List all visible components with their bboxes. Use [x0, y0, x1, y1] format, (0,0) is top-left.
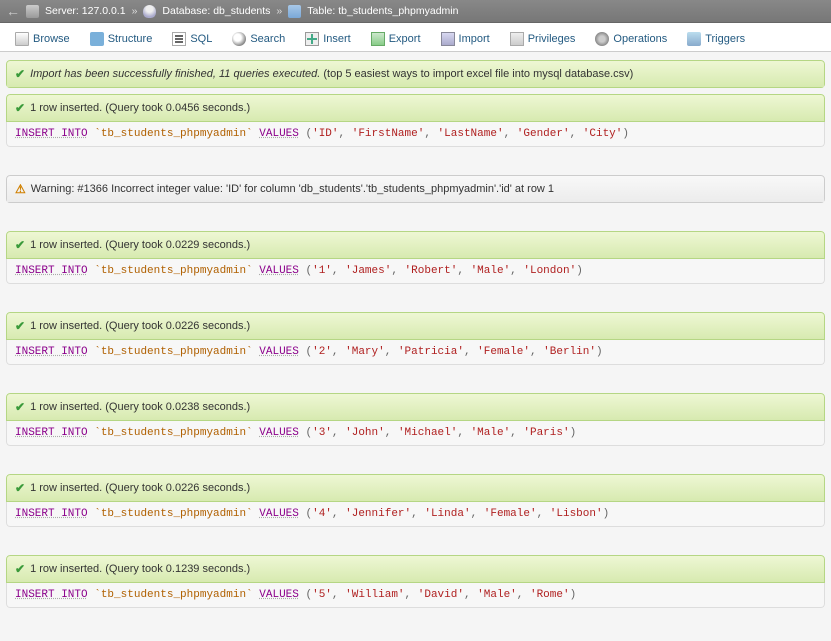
- operations-icon: [595, 32, 609, 46]
- insert-icon: [305, 32, 319, 46]
- table-icon: [288, 5, 301, 18]
- tab-label: SQL: [190, 33, 212, 45]
- tab-label: Privileges: [528, 33, 576, 45]
- warning-icon: ⚠: [15, 182, 26, 196]
- row-inserted-notice: ✔ 1 row inserted. (Query took 0.0456 seco…: [6, 94, 825, 122]
- query-block: ✔ 1 row inserted. (Query took 0.1239 seco…: [6, 555, 825, 608]
- tabs-bar: Browse Structure SQL Search Insert Export Impo…: [0, 23, 831, 52]
- notice-text: 1 row inserted. (Query took 0.0226 secon…: [30, 482, 250, 494]
- check-icon: ✔: [15, 481, 25, 495]
- tab-export[interactable]: Export: [362, 27, 430, 51]
- sql-code: INSERT INTO `tb_students_phpmyadmin` VAL…: [6, 259, 825, 284]
- db-value: db_students: [213, 5, 270, 17]
- server-icon: [26, 5, 39, 18]
- import-icon: [441, 32, 455, 46]
- notice-text: 1 row inserted. (Query took 0.0229 secon…: [30, 239, 250, 251]
- warning-block: ⚠ Warning: #1366 Incorrect integer value:…: [6, 175, 825, 203]
- tab-browse[interactable]: Browse: [6, 27, 79, 51]
- check-icon: ✔: [15, 67, 25, 81]
- notice-text: 1 row inserted. (Query took 0.1239 secon…: [30, 563, 250, 575]
- breadcrumb-database[interactable]: Database: db_students: [162, 5, 270, 17]
- privileges-icon: [510, 32, 524, 46]
- query-block: ✔ 1 row inserted. (Query took 0.0238 seco…: [6, 393, 825, 446]
- tab-triggers[interactable]: Triggers: [678, 27, 754, 51]
- warning-notice: ⚠ Warning: #1366 Incorrect integer value:…: [6, 175, 825, 203]
- import-success-text: Import has been successfully finished, 1…: [30, 68, 320, 80]
- sql-code: INSERT INTO `tb_students_phpmyadmin` VAL…: [6, 502, 825, 527]
- browse-icon: [15, 32, 29, 46]
- query-block: ✔ 1 row inserted. (Query took 0.0456 seco…: [6, 94, 825, 147]
- back-arrow-icon[interactable]: ←: [6, 3, 20, 19]
- tab-insert[interactable]: Insert: [296, 27, 360, 51]
- tab-label: Browse: [33, 33, 70, 45]
- tab-privileges[interactable]: Privileges: [501, 27, 585, 51]
- structure-icon: [90, 32, 104, 46]
- tab-label: Search: [250, 33, 285, 45]
- content-area: ✔ Import has been successfully finished,…: [0, 52, 831, 630]
- notice-text: 1 row inserted. (Query took 0.0226 secon…: [30, 320, 250, 332]
- row-inserted-notice: ✔ 1 row inserted. (Query took 0.0229 seco…: [6, 231, 825, 259]
- search-icon: [232, 32, 246, 46]
- row-inserted-notice: ✔ 1 row inserted. (Query took 0.0238 seco…: [6, 393, 825, 421]
- breadcrumb: ← Server: 127.0.0.1 » Database: db_stude…: [0, 0, 831, 23]
- sql-code: INSERT INTO `tb_students_phpmyadmin` VAL…: [6, 122, 825, 147]
- tab-search[interactable]: Search: [223, 27, 294, 51]
- row-inserted-notice: ✔ 1 row inserted. (Query took 0.0226 seco…: [6, 474, 825, 502]
- query-block: ✔ 1 row inserted. (Query took 0.0229 seco…: [6, 231, 825, 284]
- warning-text: Warning: #1366 Incorrect integer value: …: [31, 183, 554, 195]
- triggers-icon: [687, 32, 701, 46]
- db-label: Database:: [162, 5, 210, 17]
- sql-icon: [172, 32, 186, 46]
- notice-text: 1 row inserted. (Query took 0.0238 secon…: [30, 401, 250, 413]
- breadcrumb-server[interactable]: Server: 127.0.0.1: [45, 5, 126, 17]
- table-value: tb_students_phpmyadmin: [338, 5, 458, 17]
- sql-code: INSERT INTO `tb_students_phpmyadmin` VAL…: [6, 340, 825, 365]
- tab-label: Insert: [323, 33, 351, 45]
- sql-code: INSERT INTO `tb_students_phpmyadmin` VAL…: [6, 421, 825, 446]
- breadcrumb-table[interactable]: Table: tb_students_phpmyadmin: [307, 5, 458, 17]
- tab-label: Structure: [108, 33, 153, 45]
- tab-structure[interactable]: Structure: [81, 27, 162, 51]
- row-inserted-notice: ✔ 1 row inserted. (Query took 0.1239 seco…: [6, 555, 825, 583]
- import-success-notice: ✔ Import has been successfully finished,…: [6, 60, 825, 88]
- tab-label: Triggers: [705, 33, 745, 45]
- breadcrumb-sep: »: [276, 5, 282, 17]
- query-block: ✔ 1 row inserted. (Query took 0.0226 seco…: [6, 474, 825, 527]
- table-label: Table:: [307, 5, 335, 17]
- server-value: 127.0.0.1: [82, 5, 126, 17]
- check-icon: ✔: [15, 319, 25, 333]
- tab-operations[interactable]: Operations: [586, 27, 676, 51]
- import-file-name: (top 5 easiest ways to import excel file…: [323, 68, 633, 80]
- sql-code: INSERT INTO `tb_students_phpmyadmin` VAL…: [6, 583, 825, 608]
- check-icon: ✔: [15, 238, 25, 252]
- check-icon: ✔: [15, 400, 25, 414]
- tab-import[interactable]: Import: [432, 27, 499, 51]
- import-success-block: ✔ Import has been successfully finished,…: [6, 60, 825, 88]
- tab-label: Operations: [613, 33, 667, 45]
- database-icon: [143, 5, 156, 18]
- row-inserted-notice: ✔ 1 row inserted. (Query took 0.0226 seco…: [6, 312, 825, 340]
- check-icon: ✔: [15, 562, 25, 576]
- breadcrumb-sep: »: [132, 5, 138, 17]
- export-icon: [371, 32, 385, 46]
- tab-label: Import: [459, 33, 490, 45]
- server-label: Server:: [45, 5, 79, 17]
- query-block: ✔ 1 row inserted. (Query took 0.0226 seco…: [6, 312, 825, 365]
- check-icon: ✔: [15, 101, 25, 115]
- tab-label: Export: [389, 33, 421, 45]
- notice-text: 1 row inserted. (Query took 0.0456 secon…: [30, 102, 250, 114]
- tab-sql[interactable]: SQL: [163, 27, 221, 51]
